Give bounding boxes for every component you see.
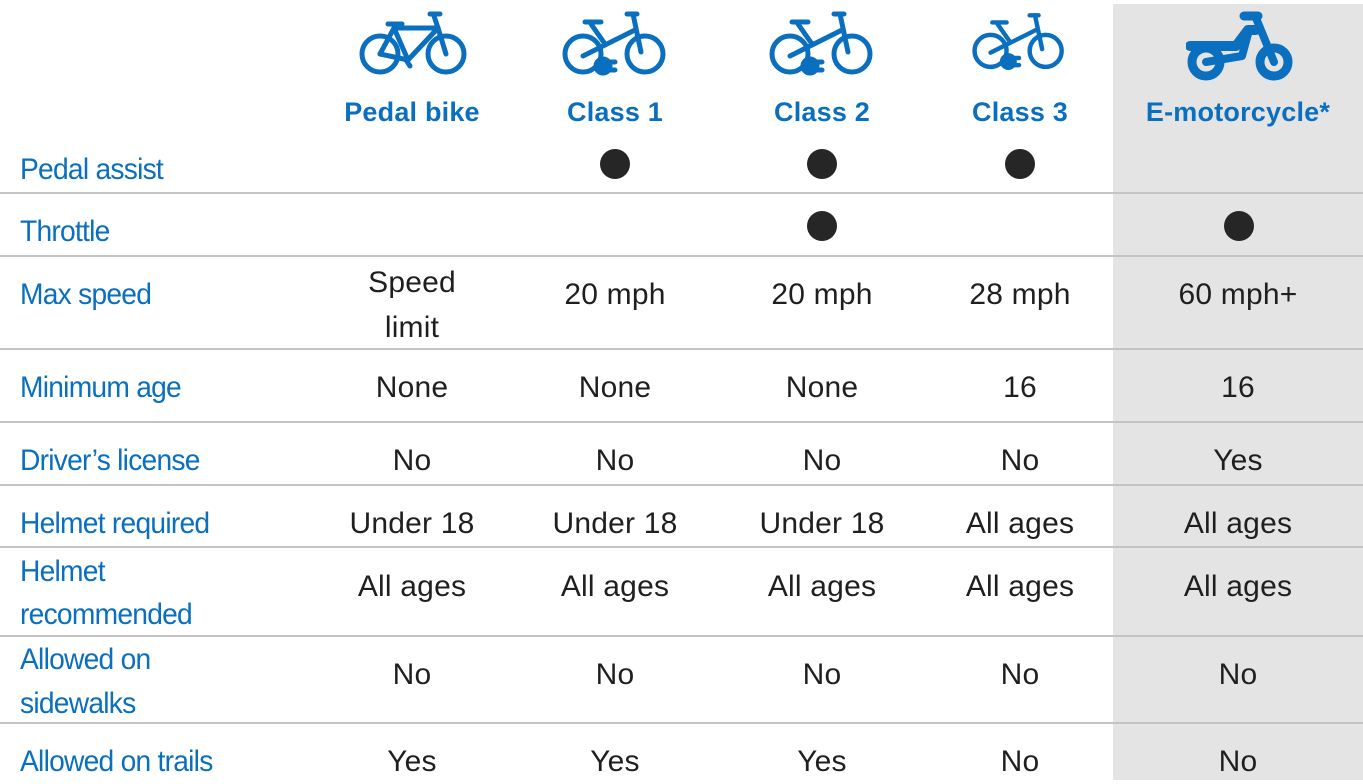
row-label-line: recommended — [20, 598, 193, 631]
cell: None — [785, 371, 859, 404]
row-label: Allowed on trails — [20, 745, 213, 778]
cell: No — [595, 658, 635, 691]
row-label: Throttle — [20, 215, 110, 248]
cell: Under 18 — [349, 507, 475, 540]
cell: 28 mph — [969, 278, 1071, 311]
row-label: Driver’s license — [20, 444, 200, 477]
cell: No — [392, 444, 432, 477]
electric-bicycle-icon — [969, 10, 1069, 74]
column-header-class-1: Class 1 — [567, 97, 663, 127]
cell: Under 18 — [759, 507, 885, 540]
cell: All ages — [965, 507, 1075, 540]
pedal-bicycle-icon — [358, 10, 470, 76]
cell: All ages — [1183, 570, 1293, 603]
cell-line: limit — [384, 311, 440, 344]
cell: No — [802, 444, 842, 477]
row-label: Helmet required — [20, 507, 210, 540]
row-label: Pedal assist — [20, 153, 164, 186]
row-label-line: sidewalks — [20, 687, 136, 720]
cell: No — [802, 658, 842, 691]
row-divider — [0, 722, 1363, 724]
cell-line: Speed — [368, 266, 456, 299]
cell: None — [375, 371, 449, 404]
row-divider — [0, 348, 1363, 350]
row-label: Minimum age — [20, 371, 182, 404]
row-divider — [0, 192, 1363, 194]
row-divider — [0, 484, 1363, 486]
cell: No — [1218, 745, 1258, 778]
column-header-class-3: Class 3 — [972, 97, 1068, 127]
cell: No — [1218, 658, 1258, 691]
cell: 16 — [1003, 371, 1037, 404]
row-label-line: Allowed on — [20, 643, 151, 676]
cell: No — [1000, 658, 1040, 691]
row-label: Max speed — [20, 278, 152, 311]
cell: Yes — [387, 745, 437, 778]
cell: 60 mph+ — [1178, 278, 1298, 311]
cell: None — [578, 371, 652, 404]
cell: All ages — [767, 570, 877, 603]
cell: 16 — [1221, 371, 1255, 404]
feature-dot — [807, 211, 837, 241]
cell: All ages — [357, 570, 467, 603]
feature-dot — [1224, 211, 1254, 241]
column-header-e-motorcycle: E-motorcycle* — [1145, 97, 1331, 127]
cell: Under 18 — [552, 507, 678, 540]
cell: All ages — [560, 570, 670, 603]
row-divider — [0, 635, 1363, 637]
column-header-pedal-bike: Pedal bike — [344, 97, 480, 127]
row-divider — [0, 546, 1363, 548]
cell: Yes — [1213, 444, 1263, 477]
cell: 20 mph — [564, 278, 666, 311]
cell: No — [1000, 745, 1040, 778]
column-header-class-2: Class 2 — [774, 97, 870, 127]
cell: No — [595, 444, 635, 477]
cell: Yes — [590, 745, 640, 778]
electric-bicycle-icon — [768, 8, 876, 80]
cell: No — [392, 658, 432, 691]
row-divider — [0, 421, 1363, 423]
motorcycle-icon — [1186, 10, 1296, 82]
feature-dot — [1005, 149, 1035, 179]
cell: No — [1000, 444, 1040, 477]
row-divider — [0, 255, 1363, 257]
cell: Yes — [797, 745, 847, 778]
feature-dot — [807, 149, 837, 179]
row-label-line: Helmet — [20, 555, 106, 588]
cell: All ages — [965, 570, 1075, 603]
feature-dot — [600, 149, 630, 179]
electric-bicycle-icon — [561, 8, 669, 80]
cell: 20 mph — [771, 278, 873, 311]
cell: All ages — [1183, 507, 1293, 540]
